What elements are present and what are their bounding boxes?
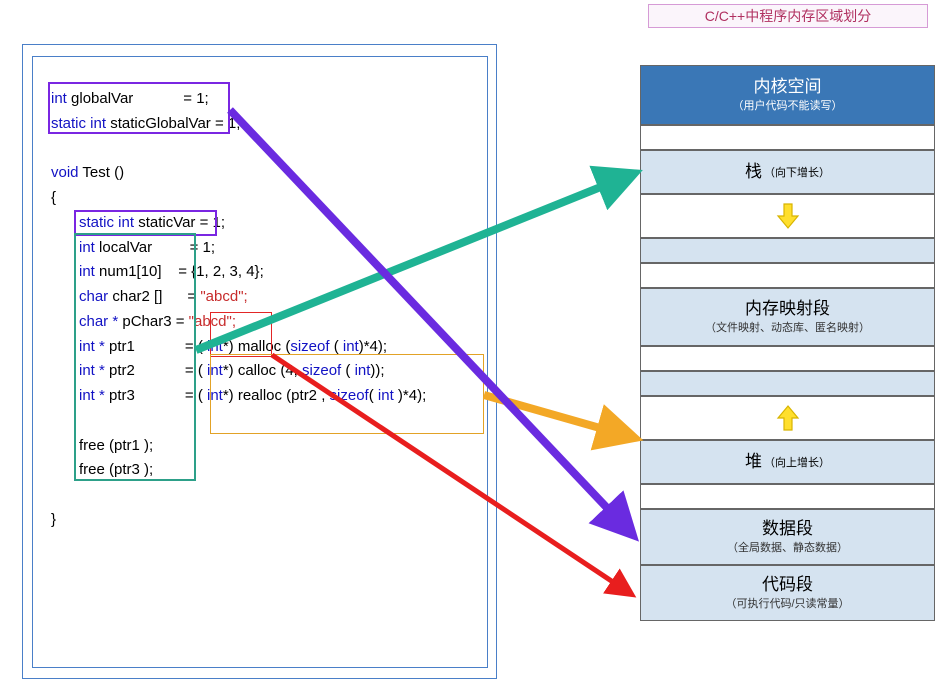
code-line-2: static int staticGlobalVar = 1; [51,112,469,137]
code-line-1: int globalVar = 1; [51,87,469,112]
mem-gap-5 [640,371,935,396]
code-line-11: int * ptr1 = ( int*) malloc (sizeof ( in… [79,335,469,360]
code-line-9: char char2 [] = "abcd"; [79,285,469,310]
mem-stack-growth [640,194,935,238]
code-line-7: int localVar = 1; [79,236,469,261]
code-line-4: void Test () [51,161,469,186]
diagram-title: C/C++中程序内存区域划分 [648,4,928,28]
code-line-5: { [51,186,469,211]
code-line-16: free (ptr3 ); [79,458,469,483]
mem-gap-4 [640,346,935,371]
code-line-15: free (ptr1 ); [79,434,469,459]
code-blank-2 [51,409,469,434]
mem-mmap: 内存映射段 （文件映射、动态库、匿名映射） [640,288,935,346]
mem-kernel: 内核空间 （用户代码不能读写） [640,65,935,125]
mem-gap-6 [640,484,935,509]
mem-gap-3 [640,263,935,288]
code-blank-1 [51,137,469,162]
arrow-up-icon [776,404,800,432]
mem-gap-1 [640,125,935,150]
mem-code: 代码段 （可执行代码/只读常量） [640,565,935,621]
code-blank-3 [51,483,469,508]
code-line-6: static int staticVar = 1; [79,211,469,236]
code-line-12: int * ptr2 = ( int*) calloc (4, sizeof (… [79,359,469,384]
code-block: int globalVar = 1; static int staticGlob… [32,56,488,668]
mem-heap: 堆（向上增长） [640,440,935,484]
code-line-13: int * ptr3 = ( int*) realloc (ptr2 , siz… [79,384,469,409]
mem-heap-growth [640,396,935,440]
arrow-down-icon [776,202,800,230]
arrow-heap [484,395,628,436]
mem-stack: 栈（向下增长） [640,150,935,194]
code-line-18: } [51,508,469,533]
code-line-8: int num1[10] = {1, 2, 3, 4}; [79,260,469,285]
mem-data: 数据段 （全局数据、静态数据） [640,509,935,565]
code-line-10: char * pChar3 = "abcd"; [79,310,469,335]
mem-gap-2 [640,238,935,263]
